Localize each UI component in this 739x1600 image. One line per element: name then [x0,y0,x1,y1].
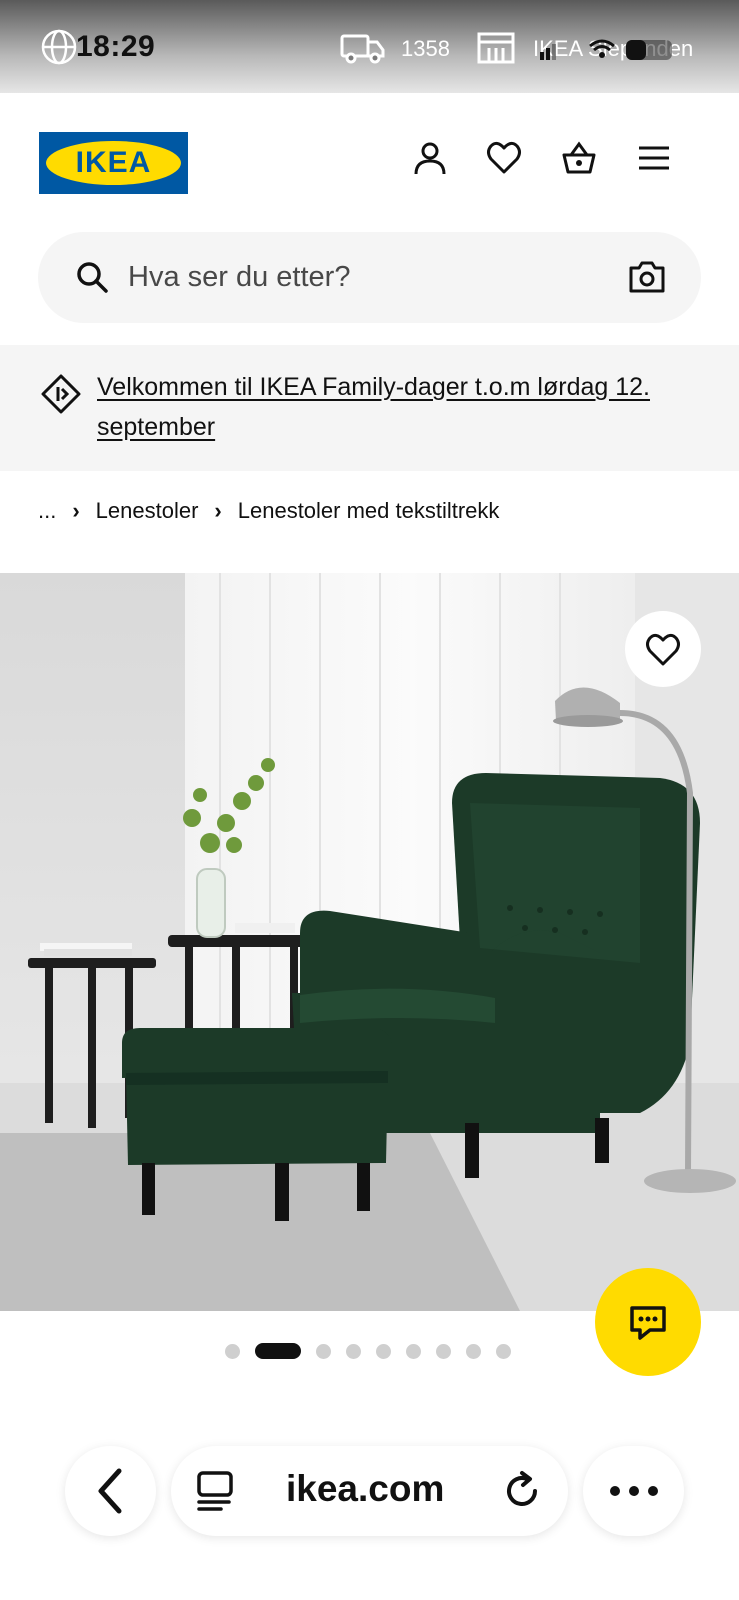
reload-icon[interactable] [502,1470,544,1512]
system-status-icons [540,39,672,60]
menu-icon[interactable] [636,140,672,176]
product-image[interactable] [0,573,739,1311]
tabs-icon[interactable] [195,1470,237,1512]
basket-icon[interactable] [561,140,597,176]
promo-link[interactable]: Velkommen til IKEA Family-dager t.o.m lø… [97,367,697,447]
favorite-button[interactable] [625,611,701,687]
truck-icon[interactable] [340,30,386,66]
logo-text: IKEA [75,146,152,179]
carousel-dot[interactable] [466,1343,481,1359]
search-icon [77,262,108,293]
browser-url[interactable]: ikea.com [286,1468,444,1510]
signal-icon [540,44,556,60]
back-icon [98,1468,122,1514]
carousel-dot[interactable] [225,1343,240,1359]
carousel-dot[interactable] [376,1343,391,1359]
status-time: 18:29 [76,30,156,63]
heart-icon[interactable] [486,140,522,176]
store-icon[interactable] [476,30,516,66]
armchair-image [0,573,739,1311]
top-utility-bar: 18:29 1358 IKEA Slependen [0,0,739,93]
breadcrumb-item-lenestoler[interactable]: Lenestoler [96,498,199,524]
chevron-right-icon: › [214,498,222,523]
carousel-dot[interactable] [316,1343,331,1359]
chat-icon [630,1306,666,1340]
chevron-right-icon: › [72,498,80,523]
profile-icon[interactable] [412,140,448,176]
breadcrumb-ellipsis[interactable]: ... [38,498,56,524]
breadcrumb: ... › Lenestoler › Lenestoler med teksti… [38,496,499,526]
carousel-dot-active[interactable] [255,1343,301,1359]
breadcrumb-item-tekstiltrekk[interactable]: Lenestoler med tekstiltrekk [238,498,500,524]
globe-icon[interactable] [40,28,78,66]
ikea-logo[interactable]: IKEA [39,132,188,194]
browser-back-button[interactable] [65,1446,156,1536]
postal-code[interactable]: 1358 [401,36,450,62]
camera-search-icon[interactable] [628,259,666,295]
carousel-dot[interactable] [436,1343,451,1359]
carousel-dot[interactable] [496,1343,511,1359]
heart-icon [646,633,680,666]
browser-address-bar[interactable]: ikea.com [171,1446,568,1536]
carousel-dot[interactable] [346,1343,361,1359]
battery-icon [626,40,672,60]
carousel-dot[interactable] [406,1343,421,1359]
browser-more-button[interactable] [583,1446,684,1536]
more-icon [610,1486,658,1496]
wifi-icon [589,39,615,58]
search-bar[interactable] [38,232,701,323]
family-tag-icon [41,374,81,414]
chat-button[interactable] [595,1268,701,1376]
search-input[interactable] [128,252,588,302]
promo-banner: Velkommen til IKEA Family-dager t.o.m lø… [0,345,739,471]
carousel-indicator [225,1342,526,1360]
site-header: IKEA [0,93,739,233]
